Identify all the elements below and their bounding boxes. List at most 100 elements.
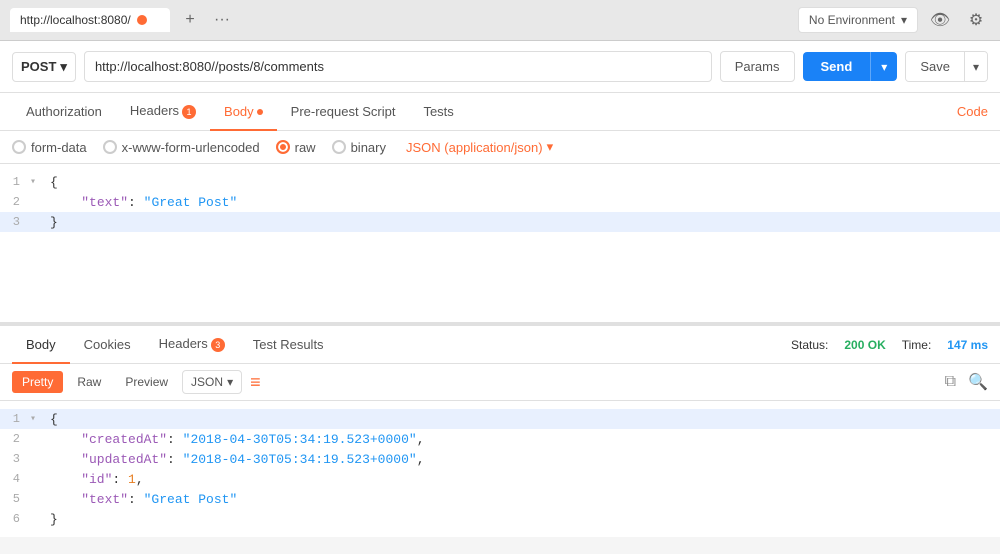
json-dropdown-label: JSON <box>191 375 223 389</box>
json-format-dropdown[interactable]: JSON ▾ <box>182 370 242 394</box>
request-bar: POST ▾ Params Send ▾ Save ▾ <box>0 41 1000 93</box>
raw-radio[interactable] <box>276 140 290 154</box>
req-line-3: 3 } <box>0 212 1000 232</box>
line-content: { <box>46 175 58 190</box>
line-content: "createdAt": "2018-04-30T05:34:19.523+00… <box>46 432 425 447</box>
form-data-label: form-data <box>31 140 87 155</box>
send-button-group: Send ▾ <box>803 52 898 81</box>
status-label: Status: <box>791 338 828 352</box>
resp-line-6: 6 } <box>0 509 1000 529</box>
save-button[interactable]: Save <box>906 52 964 81</box>
resp-tab-headers[interactable]: Headers3 <box>145 326 239 364</box>
format-preview[interactable]: Preview <box>115 371 178 393</box>
code-link[interactable]: Code <box>957 94 988 129</box>
resp-line-1: 1 ▾ { <box>0 409 1000 429</box>
line-content: } <box>46 512 58 527</box>
req-line-1: 1 ▾ { <box>0 172 1000 192</box>
response-section: Body Cookies Headers3 Test Results Statu… <box>0 324 1000 537</box>
send-button[interactable]: Send <box>803 52 871 81</box>
response-status: Status: 200 OK Time: 147 ms <box>791 338 988 352</box>
resp-tab-body[interactable]: Body <box>12 327 70 364</box>
json-type-label: JSON (application/json) <box>406 140 543 155</box>
binary-radio[interactable] <box>332 140 346 154</box>
resp-tab-cookies[interactable]: Cookies <box>70 327 145 364</box>
line-number: 2 <box>0 195 30 209</box>
response-body: 1 ▾ { 2 "createdAt": "2018-04-30T05:34:1… <box>0 401 1000 537</box>
req-line-2: 2 "text": "Great Post" <box>0 192 1000 212</box>
form-data-option[interactable]: form-data <box>12 140 87 155</box>
raw-label: raw <box>295 140 316 155</box>
search-icon[interactable]: 🔍 <box>968 372 988 392</box>
body-dot <box>257 109 263 115</box>
line-number: 6 <box>0 512 30 526</box>
raw-option[interactable]: raw <box>276 140 316 155</box>
save-button-group: Save ▾ <box>905 51 988 82</box>
url-input[interactable] <box>84 51 712 82</box>
send-dropdown-button[interactable]: ▾ <box>870 52 897 81</box>
line-content: "updatedAt": "2018-04-30T05:34:19.523+00… <box>46 452 425 467</box>
resp-line-5: 5 "text": "Great Post" <box>0 489 1000 509</box>
headers-badge: 1 <box>182 105 196 119</box>
line-number: 3 <box>0 215 30 229</box>
line-content: "id": 1, <box>46 472 144 487</box>
json-chevron-icon: ▾ <box>547 139 554 155</box>
request-editor[interactable]: 1 ▾ { 2 "text": "Great Post" 3 } <box>0 164 1000 324</box>
line-number: 1 <box>0 412 30 426</box>
binary-option[interactable]: binary <box>332 140 386 155</box>
status-value: 200 OK <box>844 338 885 352</box>
method-chevron-icon: ▾ <box>60 59 67 75</box>
line-content: { <box>46 412 58 427</box>
tab-authorization[interactable]: Authorization <box>12 94 116 131</box>
tab-more-button[interactable]: ··· <box>210 8 234 32</box>
resp-headers-badge: 3 <box>211 338 225 352</box>
format-pretty[interactable]: Pretty <box>12 371 63 393</box>
time-label: Time: <box>902 338 932 352</box>
json-dropdown-chevron: ▾ <box>227 375 233 389</box>
line-number: 3 <box>0 452 30 466</box>
line-number: 5 <box>0 492 30 506</box>
eye-button[interactable]: 👁 <box>926 6 954 34</box>
line-content: "text": "Great Post" <box>46 492 237 507</box>
urlencoded-label: x-www-form-urlencoded <box>122 140 260 155</box>
env-label: No Environment <box>809 13 895 27</box>
resp-line-4: 4 "id": 1, <box>0 469 1000 489</box>
form-data-radio[interactable] <box>12 140 26 154</box>
json-type-select[interactable]: JSON (application/json) ▾ <box>406 139 553 155</box>
line-number: 1 <box>0 175 30 189</box>
request-tabs: Authorization Headers1 Body Pre-request … <box>0 93 1000 131</box>
tab-body[interactable]: Body <box>210 94 277 131</box>
resp-line-2: 2 "createdAt": "2018-04-30T05:34:19.523+… <box>0 429 1000 449</box>
gear-button[interactable]: ⚙ <box>962 6 990 34</box>
collapse-arrow[interactable]: ▾ <box>30 413 46 425</box>
new-tab-button[interactable]: + <box>178 8 202 32</box>
line-number: 2 <box>0 432 30 446</box>
urlencoded-radio[interactable] <box>103 140 117 154</box>
environment-dropdown[interactable]: No Environment ▾ <box>798 7 918 33</box>
tab-tests[interactable]: Tests <box>409 94 467 131</box>
tab-headers[interactable]: Headers1 <box>116 93 210 131</box>
line-number: 4 <box>0 472 30 486</box>
save-dropdown-button[interactable]: ▾ <box>964 52 987 81</box>
tab-dot <box>137 15 147 25</box>
tab-pre-request[interactable]: Pre-request Script <box>277 94 410 131</box>
resp-line-3: 3 "updatedAt": "2018-04-30T05:34:19.523+… <box>0 449 1000 469</box>
word-wrap-icon[interactable]: ≡ <box>250 372 261 393</box>
params-button[interactable]: Params <box>720 51 795 82</box>
body-type-row: form-data x-www-form-urlencoded raw bina… <box>0 131 1000 164</box>
binary-label: binary <box>351 140 386 155</box>
time-value: 147 ms <box>947 338 988 352</box>
url-tab[interactable]: http://localhost:8080/ <box>10 8 170 32</box>
line-content: } <box>46 215 58 230</box>
urlencoded-option[interactable]: x-www-form-urlencoded <box>103 140 260 155</box>
method-select[interactable]: POST ▾ <box>12 52 76 82</box>
format-raw[interactable]: Raw <box>67 371 111 393</box>
collapse-arrow[interactable]: ▾ <box>30 176 46 188</box>
line-content: "text": "Great Post" <box>46 195 237 210</box>
method-label: POST <box>21 59 56 74</box>
resp-tab-test-results[interactable]: Test Results <box>239 327 338 364</box>
copy-icon[interactable]: ⧉ <box>945 373 956 391</box>
tab-url-text: http://localhost:8080/ <box>20 13 131 27</box>
chevron-down-icon: ▾ <box>901 13 907 27</box>
browser-bar: http://localhost:8080/ + ··· No Environm… <box>0 0 1000 41</box>
response-header: Body Cookies Headers3 Test Results Statu… <box>0 324 1000 364</box>
